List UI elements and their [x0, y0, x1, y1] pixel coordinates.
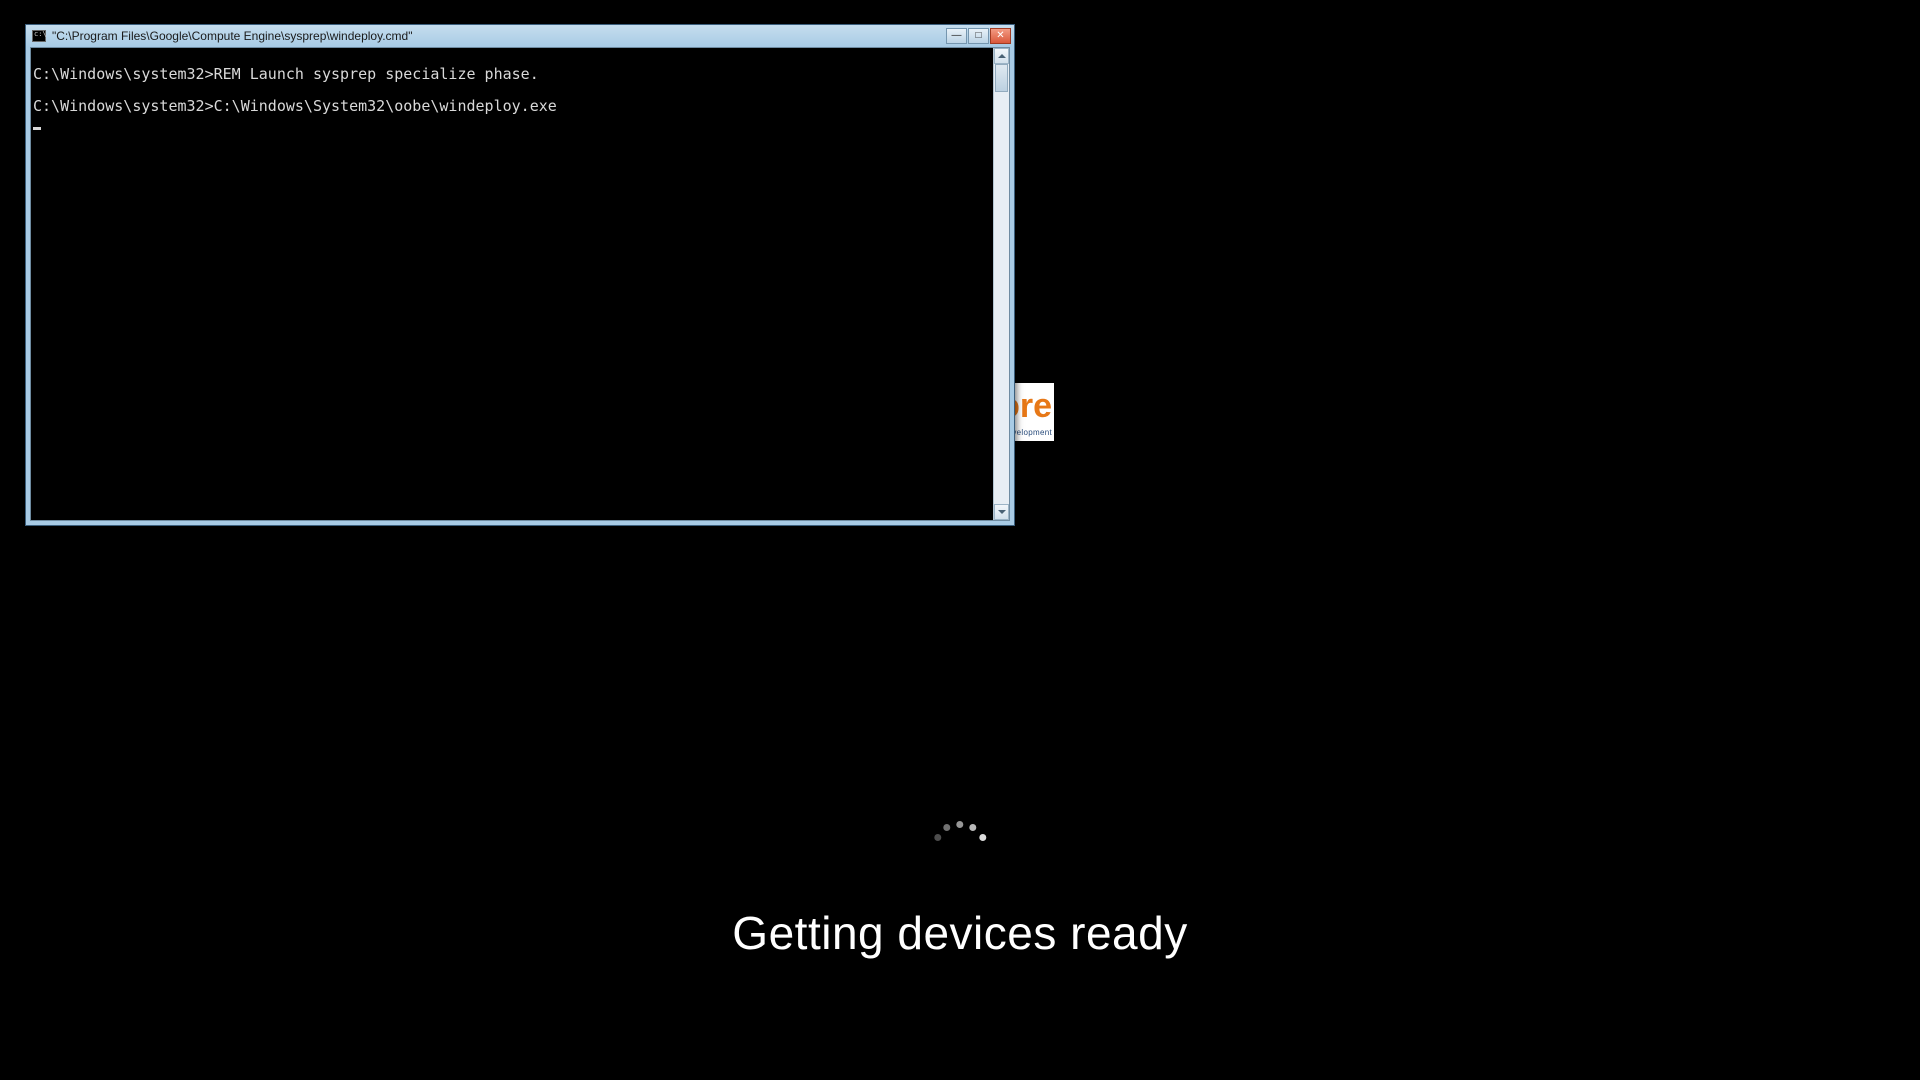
maximize-icon: □ [975, 31, 981, 41]
cmd-system-icon[interactable] [32, 30, 46, 42]
window-buttons: — □ ✕ [946, 28, 1011, 44]
scroll-up-button[interactable] [994, 48, 1009, 64]
client-area: C:\Windows\system32>REM Launch sysprep s… [30, 47, 1010, 521]
scroll-down-button[interactable] [994, 504, 1009, 520]
minimize-icon: — [952, 31, 962, 41]
minimize-button[interactable]: — [946, 28, 967, 44]
spinner-dot [957, 821, 964, 828]
window-title: "C:\Program Files\Google\Compute Engine\… [52, 29, 412, 43]
spinner-dot [934, 834, 941, 841]
background-logo-card: ore velopment [1012, 383, 1054, 441]
text-cursor [33, 127, 41, 130]
titlebar[interactable]: "C:\Program Files\Google\Compute Engine\… [26, 25, 1014, 47]
spinner-dot [979, 834, 986, 841]
oobe-message: Getting devices ready [732, 906, 1187, 960]
logo-fragment-small: velopment [1012, 429, 1052, 437]
close-icon: ✕ [996, 31, 1004, 41]
scroll-thumb[interactable] [995, 64, 1008, 92]
spinner-dot [970, 824, 977, 831]
console-output[interactable]: C:\Windows\system32>REM Launch sysprep s… [31, 48, 993, 520]
oobe-status: Getting devices ready [732, 820, 1187, 960]
close-button[interactable]: ✕ [990, 28, 1011, 44]
chevron-up-icon [998, 52, 1006, 60]
scroll-track[interactable] [994, 64, 1009, 504]
command-prompt-window[interactable]: "C:\Program Files\Google\Compute Engine\… [25, 24, 1015, 526]
vertical-scrollbar[interactable] [993, 48, 1009, 520]
logo-fragment-large: ore [1012, 389, 1052, 423]
loading-spinner-icon [930, 820, 990, 880]
spinner-dot [944, 824, 951, 831]
chevron-down-icon [998, 508, 1006, 516]
maximize-button[interactable]: □ [968, 28, 989, 44]
